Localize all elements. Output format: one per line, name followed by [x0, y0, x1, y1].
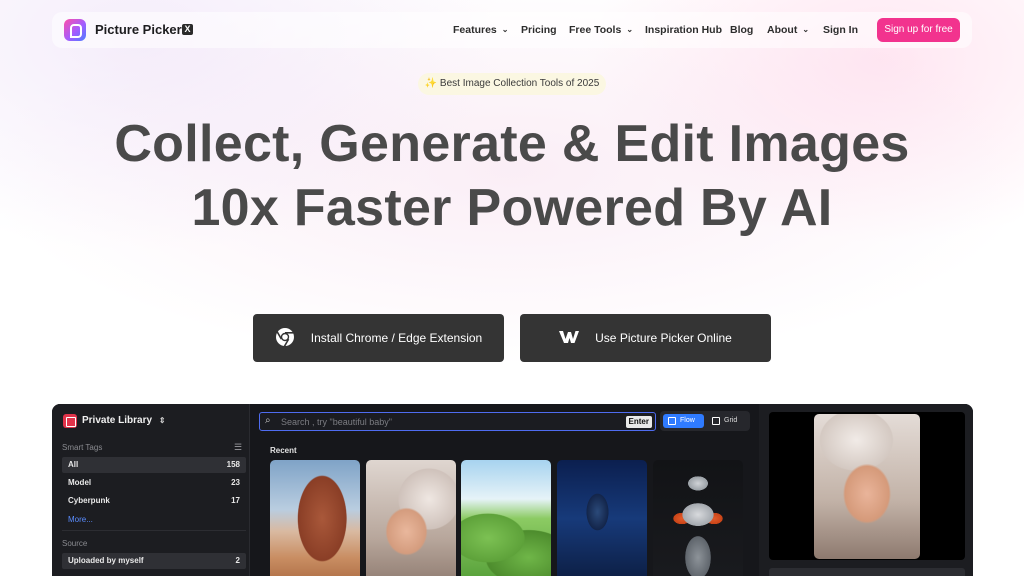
sign-up-button[interactable]: Sign up for free — [877, 18, 960, 42]
install-extension-button[interactable]: Install Chrome / Edge Extension — [253, 314, 504, 362]
tag-row-cyberpunk[interactable]: Cyberpunk 17 — [62, 493, 246, 509]
tag-count: 17 — [231, 496, 240, 505]
search-icon: ⌕ — [265, 415, 271, 426]
chevron-updown-icon: ⇕ — [158, 416, 166, 425]
image-thumbnail-baby[interactable] — [366, 460, 456, 576]
enter-key-badge[interactable]: Enter — [625, 416, 652, 428]
use-online-button[interactable]: Use Picture Picker Online — [520, 314, 771, 362]
grid-label: Grid — [724, 417, 738, 424]
more-tags-link[interactable]: More... — [68, 515, 93, 524]
x-social-icon[interactable]: X — [182, 24, 193, 35]
image-preview — [769, 412, 965, 560]
app-preview: Private Library ⇕ Smart Tags ☰ All 158 M… — [52, 404, 973, 576]
webflow-icon — [559, 330, 580, 347]
chevron-down-icon: ⌄ — [626, 25, 634, 34]
nav-features-label: Features — [453, 24, 497, 36]
nav-pricing[interactable]: Pricing — [521, 24, 557, 36]
source-label-text: Uploaded by myself — [68, 556, 144, 565]
search-placeholder: Search , try "beautiful baby" — [281, 417, 392, 427]
tag-row-all[interactable]: All 158 — [62, 457, 246, 473]
hero-title-line2: 10x Faster Powered By AI — [191, 179, 833, 237]
smart-tags-label: Smart Tags — [62, 443, 103, 452]
chrome-icon — [275, 327, 295, 350]
library-icon — [63, 414, 77, 428]
nav-free-tools[interactable]: Free Tools ⌄ — [569, 24, 633, 36]
nav-about-label: About — [767, 24, 798, 36]
search-bar[interactable]: ⌕ Search , try "beautiful baby" Enter — [259, 412, 656, 431]
source-count: 2 — [235, 556, 240, 565]
recent-heading: Recent — [270, 446, 297, 455]
preview-pane — [759, 404, 973, 576]
nav-free-tools-label: Free Tools — [569, 24, 622, 36]
chevron-down-icon: ⌄ — [501, 25, 509, 34]
preview-image-baby[interactable] — [814, 414, 920, 559]
sign-in-link[interactable]: Sign In — [823, 24, 858, 36]
award-badge: ✨ Best Image Collection Tools of 2025 — [418, 73, 606, 95]
top-navbar: Picture Picker X Features ⌄ Pricing Free … — [52, 12, 972, 48]
image-thumbnail-robot[interactable] — [653, 460, 743, 576]
library-main: ⌕ Search , try "beautiful baby" Enter Fl… — [251, 404, 758, 576]
nav-features[interactable]: Features ⌄ — [453, 24, 508, 36]
brand-logo-icon[interactable] — [64, 19, 86, 41]
brand-name[interactable]: Picture Picker — [95, 22, 182, 37]
flow-icon — [668, 417, 676, 425]
nav-about[interactable]: About ⌄ — [767, 24, 809, 36]
tag-count: 23 — [231, 478, 240, 487]
view-toggle: Flow Grid — [660, 411, 750, 431]
library-sidebar: Private Library ⇕ Smart Tags ☰ All 158 M… — [52, 404, 250, 576]
source-label: Source — [62, 539, 88, 548]
hero-title-line1: Collect, Generate & Edit Images — [114, 115, 910, 173]
tag-label: All — [68, 460, 79, 469]
divider — [62, 530, 246, 531]
tag-count: 158 — [226, 460, 240, 469]
library-title-label: Private Library — [82, 415, 153, 426]
flow-label: Flow — [680, 417, 695, 424]
image-thumbnail-hills[interactable] — [461, 460, 551, 576]
chevron-down-icon: ⌄ — [802, 25, 810, 34]
tag-row-model[interactable]: Model 23 — [62, 475, 246, 491]
tag-label: Cyberpunk — [68, 496, 110, 505]
nav-inspiration-hub[interactable]: Inspiration Hub — [645, 24, 722, 36]
source-row-uploaded[interactable]: Uploaded by myself 2 — [62, 553, 246, 569]
image-thumbnail-canyon[interactable] — [270, 460, 360, 576]
flow-view-button[interactable]: Flow — [663, 414, 704, 428]
nav-blog[interactable]: Blog — [730, 24, 753, 36]
use-online-label: Use Picture Picker Online — [595, 331, 732, 345]
image-thumbnail-portrait[interactable] — [557, 460, 647, 576]
grid-icon — [712, 417, 720, 425]
library-title[interactable]: Private Library ⇕ — [82, 415, 166, 426]
preview-toolbar[interactable] — [769, 568, 965, 576]
sort-icon[interactable]: ☰ — [234, 442, 242, 453]
install-extension-label: Install Chrome / Edge Extension — [310, 331, 483, 345]
grid-view-button[interactable]: Grid — [707, 414, 747, 428]
tag-label: Model — [68, 478, 92, 487]
